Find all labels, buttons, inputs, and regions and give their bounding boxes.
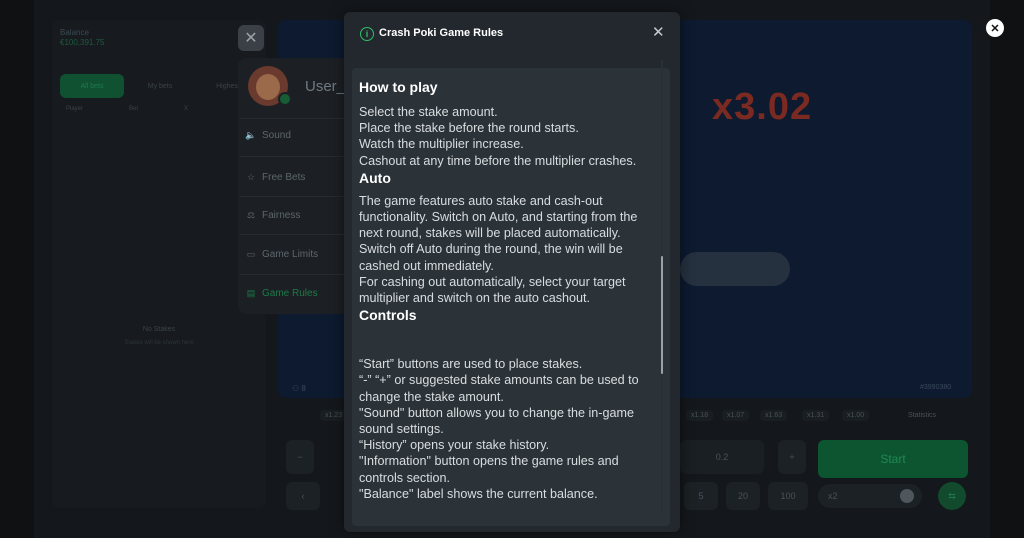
- modal-title: Crash Poki Game Rules: [379, 27, 504, 39]
- modal-header: i Crash Poki Game Rules ✕: [344, 12, 680, 56]
- rules-line: Place the stake before the round starts.: [359, 121, 579, 136]
- rules-line: Select the stake amount.: [359, 105, 498, 119]
- quick-amount-button[interactable]: 5: [684, 482, 718, 510]
- menu-item-game-limits[interactable]: ▭ Game Limits: [246, 249, 346, 260]
- scrollbar-thumb[interactable]: [661, 256, 663, 374]
- menu-divider: [240, 234, 346, 235]
- close-game-button[interactable]: ✕: [986, 19, 1004, 37]
- players-count: ⚇ 8: [292, 384, 306, 393]
- section-heading: Controls: [359, 307, 417, 324]
- section-heading: How to play: [359, 79, 438, 95]
- menu-divider: [240, 196, 346, 197]
- rules-line: "Sound" button allows you to change the …: [359, 405, 634, 437]
- start-button[interactable]: Start: [818, 440, 968, 478]
- balance-value: €100,391.75: [60, 38, 105, 47]
- stake-input[interactable]: 0.2: [680, 440, 764, 474]
- section-heading: Auto: [359, 169, 391, 186]
- auto-cashout-value: x2: [828, 491, 838, 501]
- history-item[interactable]: x1.31: [802, 410, 830, 421]
- multiplier-display: x3.02: [712, 86, 813, 128]
- menu-close-button[interactable]: ✕: [238, 25, 264, 51]
- round-id: #3990380: [920, 384, 952, 391]
- close-icon: ✕: [652, 24, 665, 41]
- auto-switch-icon[interactable]: ⇆: [938, 482, 966, 510]
- rules-line: “Start” buttons are used to place stakes…: [359, 357, 583, 372]
- tab-my-bets[interactable]: My bets: [128, 74, 192, 98]
- column-bet: Bet: [129, 106, 139, 112]
- rules-icon: ▤: [246, 288, 256, 298]
- menu-item-label: Game Limits: [262, 249, 319, 260]
- modal-close-button[interactable]: ✕: [652, 25, 665, 41]
- no-stakes-sublabel: Stakes will be shown here: [124, 340, 194, 346]
- menu-item-label: Game Rules: [262, 288, 318, 299]
- quick-amount-button[interactable]: 100: [768, 482, 808, 510]
- history-item[interactable]: x1.18: [686, 410, 714, 421]
- menu-item-label: Free Bets: [262, 172, 306, 183]
- stake-plus-button[interactable]: +: [778, 440, 806, 474]
- avatar-edit-badge[interactable]: [278, 92, 292, 106]
- rules-line: “History” opens your stake history.: [359, 438, 550, 453]
- history-item[interactable]: x1.63: [760, 410, 788, 421]
- bets-tabs: All bets My bets Highest: [60, 74, 260, 98]
- scale-icon: ⚖: [246, 210, 256, 220]
- menu-divider: [240, 118, 346, 119]
- auto-toggle-knob[interactable]: [900, 489, 914, 503]
- column-x: X: [184, 106, 189, 112]
- players-count-value: 8: [301, 384, 306, 393]
- speaker-icon: 🔈: [245, 130, 257, 140]
- menu-divider: [240, 274, 346, 275]
- rules-line: Cashout at any time before the multiplie…: [359, 153, 637, 168]
- username: User_: [305, 78, 346, 95]
- menu-item-label: Sound: [262, 130, 291, 141]
- no-stakes-label: No Stakes: [142, 326, 176, 333]
- menu-item-free-bets[interactable]: ☆ Free Bets: [246, 172, 346, 183]
- rules-line: The game features auto stake and cash-ou…: [359, 193, 638, 273]
- stake-minus-button[interactable]: −: [286, 440, 314, 474]
- tab-all-bets[interactable]: All bets: [60, 74, 124, 98]
- menu-item-sound[interactable]: 🔈 Sound: [245, 130, 346, 141]
- auto-cashout-input[interactable]: x2: [818, 484, 922, 508]
- close-icon: ✕: [990, 22, 1000, 35]
- cloud-graphic: [680, 252, 790, 286]
- bets-columns: Player Bet X: [66, 106, 266, 112]
- rules-line: For cashing out automatically, select yo…: [359, 274, 626, 306]
- menu-divider: [240, 156, 346, 157]
- menu-item-fairness[interactable]: ⚖ Fairness: [246, 210, 346, 221]
- balance-label: Balance: [60, 28, 89, 37]
- rules-line: Watch the multiplier increase.: [359, 137, 524, 152]
- rules-line: "Balance" label shows the current balanc…: [359, 486, 598, 501]
- rules-line: "Information" button opens the game rule…: [359, 454, 619, 485]
- rules-content-panel[interactable]: How to play Select the stake amount. Pla…: [352, 68, 670, 526]
- quick-amount-button[interactable]: 20: [726, 482, 760, 510]
- statistics-link[interactable]: Statistics: [908, 412, 936, 419]
- star-icon: ☆: [246, 172, 256, 182]
- chevron-left-icon[interactable]: ‹: [286, 482, 320, 510]
- close-icon: ✕: [244, 30, 258, 47]
- rules-line: “-” “+” or suggested stake amounts can b…: [359, 373, 639, 404]
- menu-item-label: Fairness: [262, 210, 301, 221]
- history-item[interactable]: x1.00: [842, 410, 870, 421]
- info-icon: i: [360, 27, 374, 41]
- menu-item-game-rules[interactable]: ▤ Game Rules: [246, 288, 346, 299]
- game-rules-modal: i Crash Poki Game Rules ✕ How to play Se…: [344, 12, 680, 532]
- limits-icon: ▭: [246, 249, 256, 259]
- history-item[interactable]: x1.07: [722, 410, 750, 421]
- column-player: Player: [66, 106, 84, 112]
- avatar-face: [256, 74, 280, 100]
- rules-content: How to play Select the stake amount. Pla…: [359, 78, 661, 502]
